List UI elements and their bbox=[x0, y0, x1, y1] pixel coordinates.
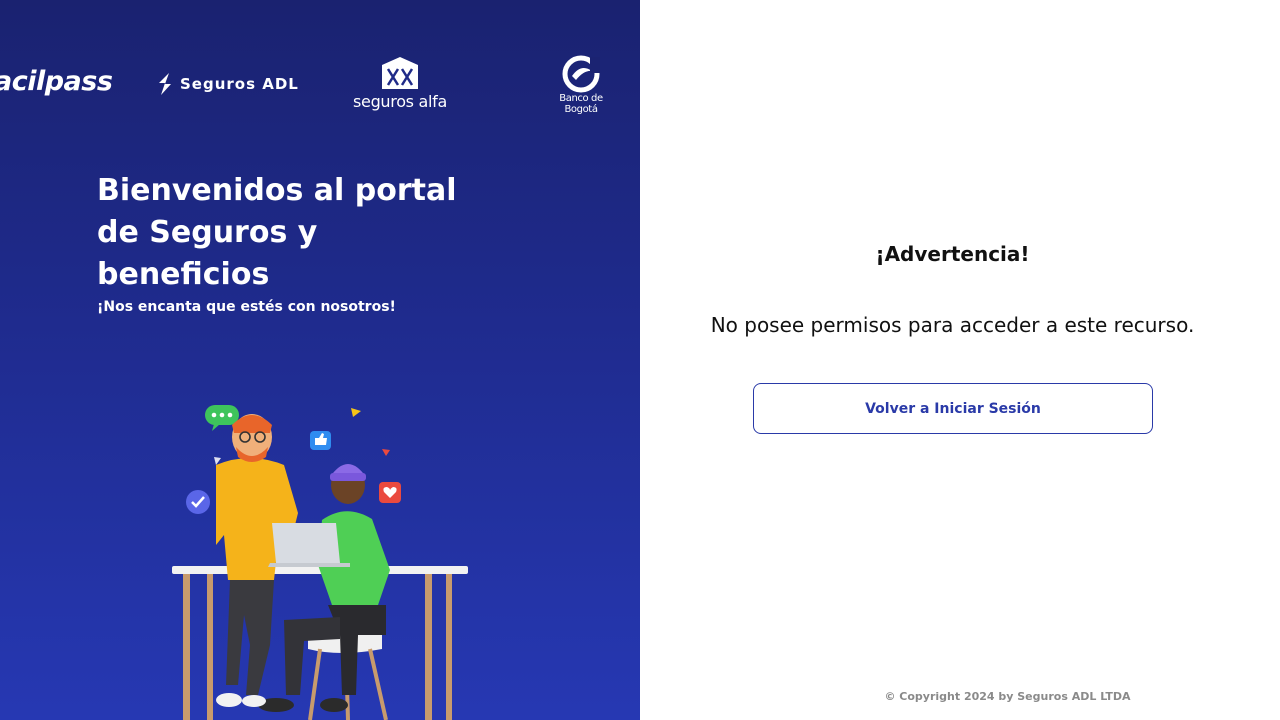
warning-title: ¡Advertencia! bbox=[875, 242, 1030, 266]
content-panel: ¡Advertencia! No posee permisos para acc… bbox=[640, 0, 1280, 720]
heart-icon bbox=[379, 482, 401, 503]
check-icon bbox=[186, 490, 210, 514]
banco-bogota-line1: Banco de bbox=[559, 93, 603, 104]
banco-bogota-logo: Banco de Bogotá bbox=[552, 55, 610, 115]
seguros-alfa-logo-text: seguros alfa bbox=[352, 92, 447, 111]
seguros-adl-logo: Seguros ADL bbox=[156, 72, 299, 96]
warning-message: No posee permisos para acceder a este re… bbox=[710, 313, 1195, 337]
banco-bogota-line2: Bogotá bbox=[564, 104, 598, 115]
back-to-login-button[interactable]: Volver a Iniciar Sesión bbox=[753, 383, 1153, 434]
seguros-alfa-logo: seguros alfa bbox=[350, 56, 450, 111]
welcome-panel: acilpass Seguros ADL seguros alfa Banco … bbox=[0, 0, 640, 720]
banco-bogota-logo-icon bbox=[562, 55, 600, 93]
welcome-subtitle: ¡Nos encanta que estés con nosotros! bbox=[97, 299, 396, 315]
seguros-adl-logo-text: Seguros ADL bbox=[180, 75, 299, 93]
team-illustration bbox=[172, 405, 468, 720]
copyright-text: © Copyright 2024 by Seguros ADL LTDA bbox=[884, 690, 1131, 703]
like-icon bbox=[310, 431, 331, 450]
facilpass-logo: acilpass bbox=[0, 66, 113, 97]
seguros-adl-logo-icon bbox=[159, 73, 171, 95]
welcome-title: Bienvenidos al portal de Seguros y benef… bbox=[97, 173, 457, 292]
seguros-alfa-logo-icon bbox=[382, 57, 418, 89]
